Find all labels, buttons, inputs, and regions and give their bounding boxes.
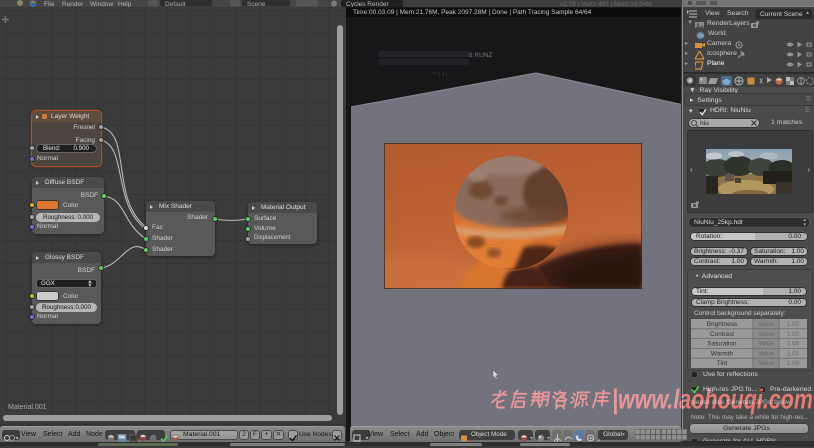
svg-text:Value: Value [758,321,774,328]
svg-text:Tint: Tint [717,360,728,367]
svg-text:Value: Value [758,331,774,338]
svg-text:|www.laohouqi.com: |www.laohouqi.com [612,384,813,415]
svg-text:1.00: 1.00 [787,331,800,338]
svg-text:Saturation: Saturation [707,341,737,348]
svg-text:1.00: 1.00 [787,360,800,367]
svg-text:Warmth: Warmth [711,350,734,357]
svg-text:1.00: 1.00 [787,321,800,328]
svg-text:Value: Value [758,360,774,367]
svg-text:Brightness: Brightness [707,321,737,328]
svg-text:1.00: 1.00 [787,350,800,357]
svg-text:Value: Value [758,350,774,357]
svg-text:1.00: 1.00 [787,341,800,348]
svg-text:Value: Value [758,341,774,348]
svg-text:Contrast: Contrast [710,331,734,338]
